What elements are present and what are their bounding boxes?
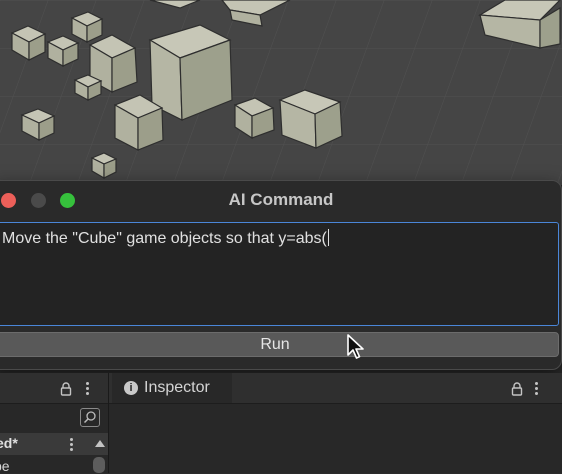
inspector-tab-label: Inspector: [144, 379, 210, 396]
text-caret: [327, 229, 329, 246]
mouse-pointer-icon: [347, 334, 364, 359]
hierarchy-panel: ed* pe: [0, 373, 109, 474]
window-title: AI Command: [228, 190, 334, 209]
scroll-up-icon[interactable]: [95, 440, 105, 447]
scene-name: ed*: [0, 435, 18, 451]
search-icon[interactable]: [80, 408, 100, 427]
more-options-icon[interactable]: [70, 438, 74, 453]
run-button[interactable]: Run: [0, 332, 559, 357]
hierarchy-tabbar: [0, 373, 108, 404]
ai-command-window: AI Command Move the "Cube" game objects …: [0, 180, 562, 370]
command-input[interactable]: Move the "Cube" game objects so that y=a…: [0, 222, 559, 326]
scrollbar-thumb[interactable]: [93, 457, 105, 473]
command-input-text: Move the "Cube" game objects so that y=a…: [2, 230, 327, 247]
inspector-tabbar: i Inspector: [109, 373, 562, 404]
window-titlebar[interactable]: AI Command: [0, 181, 561, 219]
info-icon: i: [124, 381, 138, 395]
scene-header-row[interactable]: ed*: [0, 433, 108, 455]
lock-icon[interactable]: [511, 382, 523, 396]
lock-icon[interactable]: [60, 382, 72, 396]
hierarchy-item[interactable]: pe: [0, 458, 10, 474]
scene-view[interactable]: [0, 0, 562, 185]
more-options-icon[interactable]: [535, 382, 539, 397]
tab-inspector[interactable]: i Inspector: [112, 373, 232, 403]
inspector-panel: i Inspector: [109, 373, 562, 473]
more-options-icon[interactable]: [86, 382, 90, 397]
